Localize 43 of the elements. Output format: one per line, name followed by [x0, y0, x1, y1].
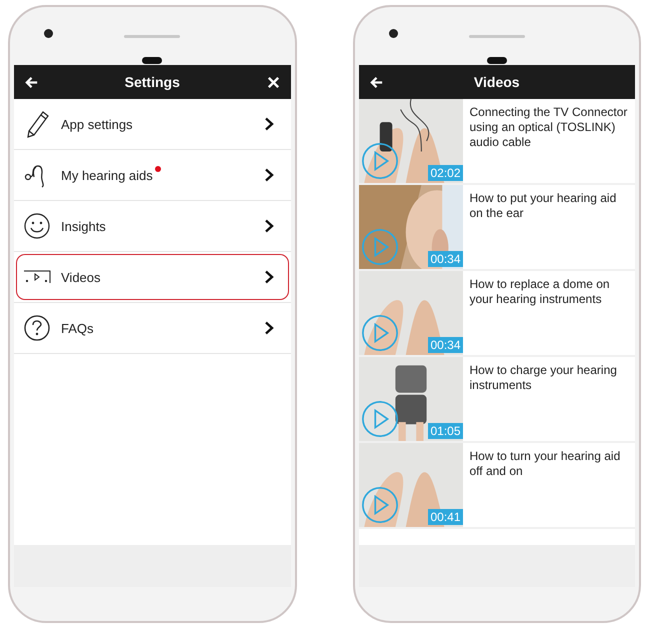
- chevron-right-icon: [264, 168, 274, 182]
- screen-title: Videos: [472, 74, 521, 90]
- question-icon: [23, 314, 51, 342]
- speaker-grill-icon: [124, 35, 180, 38]
- back-arrow-icon[interactable]: [368, 74, 384, 90]
- duration-label: 01:05: [428, 423, 462, 439]
- menu-item-label: FAQs: [61, 320, 94, 336]
- duration-label: 00:34: [428, 337, 462, 353]
- video-list-item[interactable]: 01:05 How to charge your hearing instruments: [358, 357, 635, 443]
- chevron-right-icon: [264, 270, 274, 284]
- menu-item[interactable]: Videos: [16, 254, 288, 300]
- play-icon[interactable]: [360, 142, 398, 180]
- play-icon[interactable]: [360, 400, 398, 438]
- video-list-item[interactable]: 02:02 Connecting the TV Connector using an optical (TOSLINK) audio cable: [358, 99, 635, 185]
- menu-item[interactable]: My hearing aids: [16, 152, 288, 198]
- speaker-grill-icon: [468, 35, 525, 38]
- duration-label: 02:02: [428, 165, 462, 181]
- back-arrow-icon[interactable]: [24, 74, 39, 90]
- camera-icon: [44, 29, 53, 38]
- menu-item[interactable]: Insights: [16, 203, 288, 249]
- menu-item[interactable]: App settings: [16, 101, 288, 147]
- video-title: How to replace a dome on your hearing instruments: [468, 276, 611, 308]
- chevron-right-icon: [264, 117, 274, 131]
- menu-item-label: My hearing aids: [61, 168, 153, 182]
- menu-item-label: Insights: [61, 218, 106, 234]
- video-title: Connecting the TV Connector using an optical (TOSLINK) audio cable: [468, 104, 628, 151]
- video-list-item[interactable]: 00:34 How to replace a dome on your hearing instruments: [358, 271, 635, 357]
- menu-item-label: Videos: [61, 270, 101, 284]
- duration-label: 00:41: [428, 509, 462, 525]
- smiley-icon: [23, 212, 51, 240]
- menu-item-label: App settings: [61, 116, 133, 132]
- chevron-right-icon: [264, 219, 274, 233]
- video-list-item[interactable]: 00:41 How to turn your hearing aid off and on: [358, 443, 635, 529]
- duration-label: 00:34: [428, 251, 462, 267]
- close-icon[interactable]: [266, 74, 280, 90]
- screen-title: Settings: [124, 74, 181, 90]
- video-title: How to turn your hearing aid off and on: [468, 448, 622, 480]
- video-list-item[interactable]: 00:34 How to put your hearing aid on the ear: [358, 185, 635, 271]
- camera-icon: [388, 29, 398, 38]
- menu-item[interactable]: FAQs: [16, 305, 288, 351]
- video-title: How to put your hearing aid on the ear: [468, 190, 618, 222]
- chevron-right-icon: [264, 321, 274, 335]
- video-title: How to charge your hearing instruments: [468, 362, 618, 394]
